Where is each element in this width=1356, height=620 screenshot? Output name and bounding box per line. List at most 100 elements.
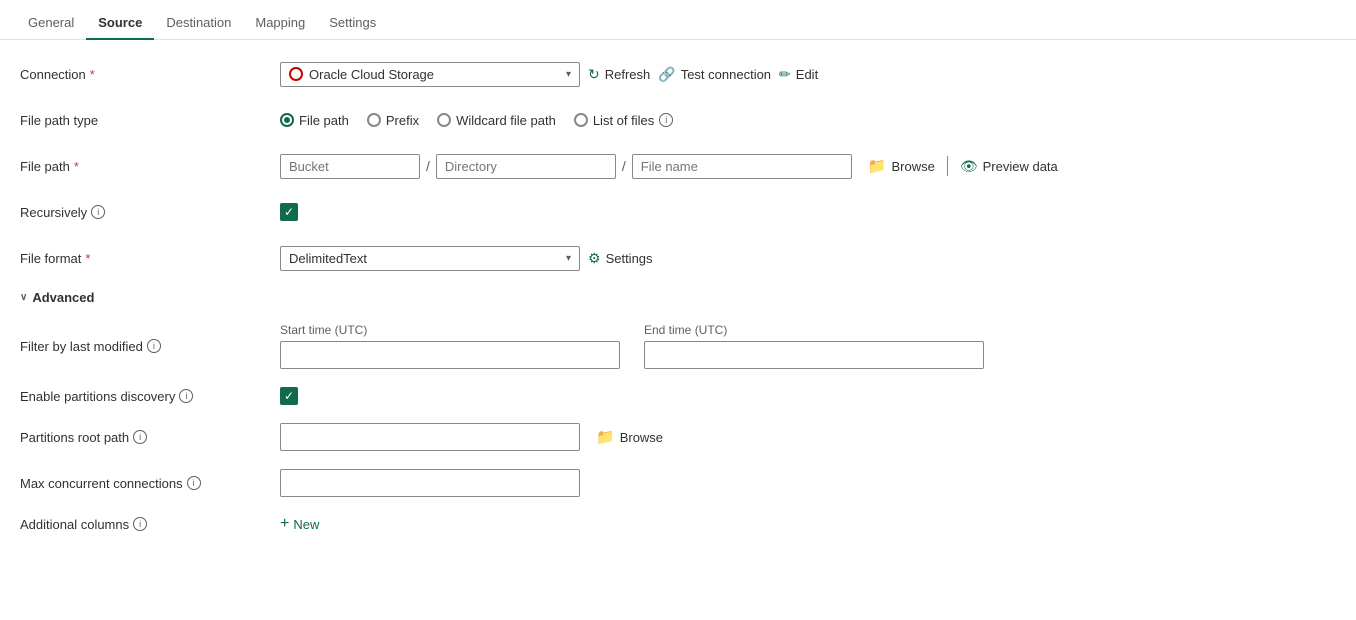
connection-label: Connection * (20, 67, 280, 82)
enable-partitions-control: ✓ (280, 387, 298, 405)
radio-wildcard[interactable]: Wildcard file path (437, 113, 556, 128)
end-time-label: End time (UTC) (644, 323, 984, 337)
connection-control: Oracle Cloud Storage ▾ ↻ Refresh 🔗 Test … (280, 62, 1336, 87)
file-format-label: File format * (20, 251, 280, 266)
partitions-browse-button[interactable]: 📁 Browse (596, 428, 663, 446)
start-time-label: Start time (UTC) (280, 323, 620, 337)
file-path-type-radio-group: File path Prefix Wildcard file path List… (280, 113, 673, 128)
additional-columns-row: Additional columns i + New (20, 515, 1336, 533)
directory-input[interactable] (436, 154, 616, 179)
partitions-root-path-input[interactable] (280, 423, 580, 451)
connection-db-icon (289, 67, 303, 81)
enable-partitions-checkbox[interactable]: ✓ (280, 387, 298, 405)
radio-listfiles[interactable]: List of files i (574, 113, 673, 128)
listfiles-info-icon: i (659, 113, 673, 127)
recursively-checkbox[interactable]: ✓ (280, 203, 298, 221)
end-time-input[interactable] (644, 341, 984, 369)
advanced-chevron-icon: ∨ (20, 292, 27, 303)
partitions-browse-label: Browse (620, 430, 663, 445)
browse-label: Browse (891, 159, 934, 174)
test-connection-icon: 🔗 (658, 66, 675, 83)
file-format-control: DelimitedText ▾ ⚙ Settings (280, 246, 1336, 271)
radio-prefix[interactable]: Prefix (367, 113, 419, 128)
refresh-label: Refresh (605, 67, 651, 82)
additional-columns-label-text: Additional columns (20, 517, 129, 532)
file-path-type-label: File path type (20, 113, 280, 128)
file-path-type-label-text: File path type (20, 113, 98, 128)
advanced-content: Filter by last modified i Start time (UT… (20, 323, 1336, 533)
radio-listfiles-input[interactable] (574, 113, 588, 127)
recursively-label-text: Recursively (20, 205, 87, 220)
tab-source[interactable]: Source (86, 7, 154, 40)
bucket-input[interactable] (280, 154, 420, 179)
radio-prefix-input[interactable] (367, 113, 381, 127)
additional-columns-label: Additional columns i (20, 517, 280, 532)
tab-bar: General Source Destination Mapping Setti… (0, 0, 1356, 40)
plus-icon: + (280, 515, 289, 533)
advanced-toggle[interactable]: ∨ Advanced (20, 290, 1336, 305)
file-path-label-text: File path (20, 159, 70, 174)
radio-filepath-input[interactable] (280, 113, 294, 127)
file-format-label-text: File format (20, 251, 81, 266)
tab-settings[interactable]: Settings (317, 7, 388, 40)
max-connections-row: Max concurrent connections i (20, 469, 1336, 497)
file-format-dropdown[interactable]: DelimitedText ▾ (280, 246, 580, 271)
preview-label: Preview data (983, 159, 1058, 174)
add-column-button[interactable]: + New (280, 515, 319, 533)
filter-last-modified-control: Start time (UTC) End time (UTC) (280, 323, 984, 369)
datetime-group: Start time (UTC) End time (UTC) (280, 323, 984, 369)
settings-label: Settings (606, 251, 653, 266)
connection-dropdown[interactable]: Oracle Cloud Storage ▾ (280, 62, 580, 87)
radio-wildcard-input[interactable] (437, 113, 451, 127)
file-format-required: * (85, 251, 90, 266)
settings-gear-icon: ⚙ (588, 250, 601, 267)
path-sep-2: / (622, 158, 626, 174)
filename-input[interactable] (632, 154, 852, 179)
recursively-check-mark: ✓ (284, 205, 294, 219)
partitions-browse-folder-icon: 📁 (596, 428, 615, 446)
browse-button[interactable]: 📁 Browse (868, 157, 935, 175)
file-path-label: File path * (20, 159, 280, 174)
enable-partitions-label: Enable partitions discovery i (20, 389, 280, 404)
file-format-settings-button[interactable]: ⚙ Settings (588, 250, 653, 267)
file-path-control: / / 📁 Browse 👁 Preview data (280, 154, 1336, 179)
connection-required: * (90, 67, 95, 82)
filter-last-modified-info-icon: i (147, 339, 161, 353)
advanced-label: Advanced (32, 290, 94, 305)
browse-folder-icon: 📁 (868, 157, 887, 175)
radio-prefix-label: Prefix (386, 113, 419, 128)
new-label: New (293, 517, 319, 532)
tab-destination[interactable]: Destination (154, 7, 243, 40)
file-format-row: File format * DelimitedText ▾ ⚙ Settings (20, 244, 1336, 272)
tab-general[interactable]: General (16, 7, 86, 40)
recursively-control: ✓ (280, 203, 1336, 221)
enable-partitions-info-icon: i (179, 389, 193, 403)
edit-button[interactable]: ✏ Edit (779, 66, 818, 83)
file-path-inputs: / / (280, 154, 852, 179)
preview-data-button[interactable]: 👁 Preview data (960, 158, 1058, 175)
start-time-input[interactable] (280, 341, 620, 369)
partitions-root-path-row: Partitions root path i 📁 Browse (20, 423, 1336, 451)
partitions-root-path-control: 📁 Browse (280, 423, 663, 451)
tab-mapping[interactable]: Mapping (243, 7, 317, 40)
partitions-root-path-info-icon: i (133, 430, 147, 444)
max-connections-input[interactable] (280, 469, 580, 497)
max-connections-label-text: Max concurrent connections (20, 476, 183, 491)
browse-preview-divider (947, 156, 948, 176)
enable-partitions-label-text: Enable partitions discovery (20, 389, 175, 404)
test-connection-button[interactable]: 🔗 Test connection (658, 66, 771, 83)
refresh-icon: ↻ (588, 66, 600, 83)
file-path-required: * (74, 159, 79, 174)
enable-partitions-row: Enable partitions discovery i ✓ (20, 387, 1336, 405)
partitions-root-path-label: Partitions root path i (20, 430, 280, 445)
file-format-value: DelimitedText (289, 251, 560, 266)
max-connections-control (280, 469, 580, 497)
partitions-root-path-label-text: Partitions root path (20, 430, 129, 445)
radio-wildcard-label: Wildcard file path (456, 113, 556, 128)
recursively-info-icon: i (91, 205, 105, 219)
radio-filepath[interactable]: File path (280, 113, 349, 128)
connection-label-text: Connection (20, 67, 86, 82)
radio-listfiles-label: List of files (593, 113, 654, 128)
enable-partitions-check-mark: ✓ (284, 389, 294, 403)
refresh-button[interactable]: ↻ Refresh (588, 66, 650, 83)
